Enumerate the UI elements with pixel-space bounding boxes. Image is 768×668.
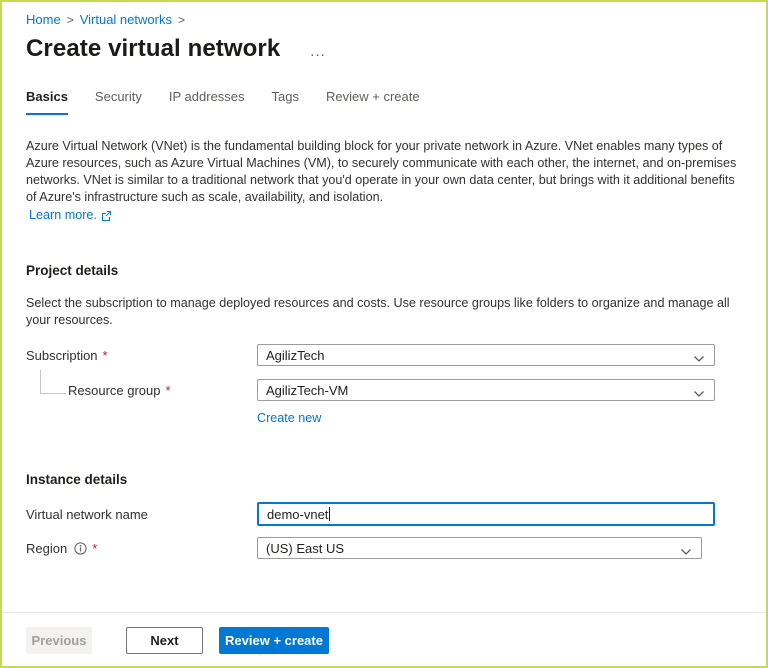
tab-tags[interactable]: Tags bbox=[272, 89, 299, 115]
breadcrumb: Home > Virtual networks > bbox=[26, 12, 742, 27]
region-label: Region * bbox=[26, 541, 257, 556]
region-label-text: Region bbox=[26, 541, 67, 556]
breadcrumb-separator-icon: > bbox=[67, 13, 74, 27]
resource-group-selected-value: AgilizTech-VM bbox=[266, 383, 348, 398]
chevron-down-icon bbox=[693, 386, 705, 401]
required-asterisk: * bbox=[166, 383, 171, 398]
resource-group-row: Resource group * AgilizTech-VM bbox=[26, 379, 742, 401]
create-virtual-network-blade: Home > Virtual networks > Create virtual… bbox=[0, 0, 768, 668]
vnet-intro-text: Azure Virtual Network (VNet) is the fund… bbox=[26, 138, 740, 206]
vnet-name-label: Virtual network name bbox=[26, 507, 257, 522]
create-new-row: Create new bbox=[26, 409, 742, 427]
project-details-heading: Project details bbox=[26, 263, 742, 278]
subscription-selected-value: AgilizTech bbox=[266, 348, 325, 363]
learn-more-label: Learn more. bbox=[29, 208, 97, 222]
instance-details-heading: Instance details bbox=[26, 472, 742, 487]
instance-details-form: Virtual network name demo-vnet Region bbox=[26, 502, 742, 559]
tab-ip-addresses[interactable]: IP addresses bbox=[169, 89, 245, 115]
previous-button[interactable]: Previous bbox=[26, 627, 92, 654]
vnet-name-label-text: Virtual network name bbox=[26, 507, 148, 522]
create-new-resource-group-link[interactable]: Create new bbox=[257, 411, 321, 425]
resource-group-label: Resource group * bbox=[26, 383, 257, 398]
breadcrumb-virtual-networks-link[interactable]: Virtual networks bbox=[80, 12, 172, 27]
tab-basics[interactable]: Basics bbox=[26, 89, 68, 115]
review-create-button[interactable]: Review + create bbox=[219, 627, 329, 654]
resource-group-dropdown[interactable]: AgilizTech-VM bbox=[257, 379, 715, 401]
subscription-field: AgilizTech bbox=[257, 344, 715, 366]
region-selected-value: (US) East US bbox=[266, 541, 344, 556]
project-details-description: Select the subscription to manage deploy… bbox=[26, 295, 740, 329]
subscription-label-text: Subscription bbox=[26, 348, 98, 363]
resource-group-field: AgilizTech-VM bbox=[257, 379, 715, 401]
child-field-connector-line bbox=[40, 370, 66, 394]
external-link-icon bbox=[101, 210, 112, 221]
breadcrumb-home-link[interactable]: Home bbox=[26, 12, 61, 27]
required-asterisk: * bbox=[103, 348, 108, 363]
info-icon[interactable] bbox=[74, 542, 87, 555]
required-asterisk: * bbox=[92, 541, 97, 556]
vnet-name-value: demo-vnet bbox=[267, 507, 328, 522]
breadcrumb-separator-icon: > bbox=[178, 13, 185, 27]
tab-review-create[interactable]: Review + create bbox=[326, 89, 420, 115]
subscription-dropdown[interactable]: AgilizTech bbox=[257, 344, 715, 366]
vnet-name-row: Virtual network name demo-vnet bbox=[26, 502, 742, 526]
project-details-form: Subscription * AgilizTech Resource g bbox=[26, 344, 742, 427]
text-cursor bbox=[329, 507, 330, 521]
wizard-footer: Previous Next Review + create bbox=[2, 612, 766, 666]
page-title: Create virtual network bbox=[26, 35, 280, 63]
subscription-row: Subscription * AgilizTech bbox=[26, 344, 742, 366]
region-dropdown[interactable]: (US) East US bbox=[257, 537, 702, 559]
next-button[interactable]: Next bbox=[126, 627, 203, 654]
region-row: Region * (US) East US bbox=[26, 537, 742, 559]
resource-group-label-text: Resource group bbox=[68, 383, 161, 398]
title-row: Create virtual network ... bbox=[26, 35, 742, 63]
vnet-name-input[interactable]: demo-vnet bbox=[257, 502, 715, 526]
tab-bar: Basics Security IP addresses Tags Review… bbox=[26, 89, 742, 115]
region-field: (US) East US bbox=[257, 537, 702, 559]
chevron-down-icon bbox=[693, 351, 705, 366]
tab-security[interactable]: Security bbox=[95, 89, 142, 115]
blade-content: Home > Virtual networks > Create virtual… bbox=[2, 2, 766, 559]
chevron-down-icon bbox=[680, 544, 692, 559]
learn-more-link[interactable]: Learn more. bbox=[29, 208, 112, 222]
vnet-name-field: demo-vnet bbox=[257, 502, 715, 526]
context-menu-ellipsis-icon[interactable]: ... bbox=[310, 41, 326, 57]
subscription-label: Subscription * bbox=[26, 348, 257, 363]
